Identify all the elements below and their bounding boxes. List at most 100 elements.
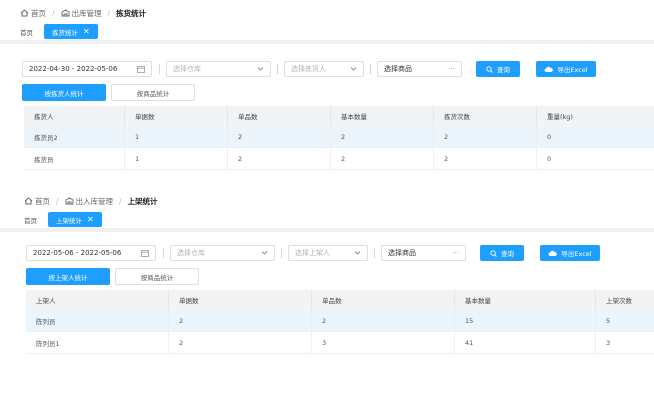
tab-bar: 首页 拣货统计 ✕ — [0, 22, 654, 44]
tab-bar: 首页 上架统计 ✕ — [0, 210, 654, 232]
query-button[interactable]: 查询 — [480, 245, 524, 261]
filter-bar: 2022-04-30 - 2022-05-06 选择仓库 选择拣货人 选择商品 … — [22, 61, 654, 77]
query-label: 查询 — [497, 66, 510, 74]
table-cell: 1 — [125, 126, 228, 147]
filter-bar: 2022-05-06 - 2022-05-06 选择仓库 选择上架人 选择商品 … — [26, 245, 654, 261]
divider — [370, 64, 371, 74]
date-range-value: 2022-04-30 - 2022-05-06 — [29, 65, 118, 73]
date-range-picker[interactable]: 2022-05-06 - 2022-05-06 — [26, 245, 156, 261]
product-value: 选择商品 — [388, 249, 416, 257]
table-row[interactable]: 陈列员 2 2 15 5 — [26, 310, 654, 332]
warehouse-select[interactable]: 选择仓库 — [170, 245, 275, 261]
column-header[interactable]: 重量(kg) — [537, 106, 654, 126]
tag-home[interactable]: 首页 — [24, 215, 37, 225]
breadcrumb-separator: / — [56, 196, 59, 206]
table-cell: 0 — [547, 154, 552, 163]
table-cell: 2 — [228, 126, 331, 147]
column-header[interactable]: 基本数量 — [455, 290, 596, 310]
divider — [277, 64, 278, 74]
table-cell: 陈列员1 — [26, 332, 169, 353]
column-header[interactable]: 拣货人 — [24, 106, 125, 126]
more-icon[interactable]: ··· — [448, 65, 455, 73]
picker-placeholder: 选择拣货人 — [291, 65, 326, 73]
warehouse-select[interactable]: 选择仓库 — [166, 61, 271, 77]
table-cell: 5 — [606, 316, 611, 325]
tab-by-picker[interactable]: 按拣货人统计 — [22, 84, 106, 101]
export-label: 导出Excel — [561, 250, 592, 258]
export-excel-button[interactable]: 导出Excel — [540, 245, 600, 261]
column-header[interactable]: 单据数 — [125, 106, 228, 126]
shelver-person-select[interactable]: 选择上架人 — [288, 245, 368, 261]
breadcrumb-module[interactable]: 出库管理 — [61, 8, 102, 19]
tag-picking-stats[interactable]: 拣货统计 ✕ — [44, 24, 98, 39]
table-header: 上架人 单据数 单品数 基本数量 上架次数 — [26, 290, 654, 310]
table-cell: 2 — [169, 310, 312, 331]
home-icon — [20, 9, 29, 17]
chevron-down-icon — [350, 65, 357, 74]
query-button[interactable]: 查询 — [476, 61, 520, 77]
table-header: 拣货人 单据数 单品数 基本数量 拣货次数 重量(kg) — [24, 106, 654, 126]
breadcrumb-home[interactable]: 首页 — [24, 196, 50, 207]
column-header[interactable]: 基本数量 — [331, 106, 434, 126]
warehouse-placeholder: 选择仓库 — [177, 249, 205, 257]
tag-label: 拣货统计 — [52, 28, 78, 37]
breadcrumb-separator: / — [107, 8, 111, 18]
picker-person-select[interactable]: 选择拣货人 — [284, 61, 364, 77]
warehouse-icon — [61, 9, 70, 17]
table-row[interactable]: 拣货员 1 2 2 2 0 — [24, 148, 654, 170]
breadcrumb-home-label: 首页 — [35, 196, 50, 206]
breadcrumb: 首页 / 出入库管理 / 上架统计 — [24, 194, 158, 208]
breadcrumb-home[interactable]: 首页 — [20, 8, 46, 19]
search-icon — [486, 65, 493, 73]
divider — [163, 248, 164, 258]
close-icon[interactable]: ✕ — [83, 27, 90, 36]
table-cell: 2 — [434, 148, 537, 169]
column-header[interactable]: 单品数 — [228, 106, 331, 126]
tab-by-product[interactable]: 按商品统计 — [111, 84, 195, 101]
breadcrumb-current: 拣货统计 — [116, 8, 147, 18]
chevron-down-icon — [261, 249, 268, 258]
table-cell: 2 — [331, 126, 434, 147]
table-cell: 拣货员2 — [24, 126, 125, 147]
shelving-stats-table: 上架人 单据数 单品数 基本数量 上架次数 陈列员 2 2 15 5 陈列员1 … — [26, 290, 654, 354]
table-cell: 15 — [455, 310, 596, 331]
column-header[interactable]: 上架次数 — [596, 290, 654, 310]
more-icon[interactable]: ··· — [452, 249, 459, 257]
table-row[interactable]: 陈列员1 2 3 41 3 — [26, 332, 654, 354]
table-cell: 2 — [228, 148, 331, 169]
date-range-picker[interactable]: 2022-04-30 - 2022-05-06 — [22, 61, 152, 77]
tab-by-product[interactable]: 按商品统计 — [115, 268, 199, 285]
export-excel-button[interactable]: 导出Excel — [536, 61, 596, 77]
column-header[interactable]: 单据数 — [169, 290, 312, 310]
table-cell: 3 — [606, 338, 611, 347]
search-icon — [490, 249, 497, 257]
table-cell: 拣货员 — [24, 148, 125, 169]
calendar-icon — [141, 249, 149, 259]
product-select[interactable]: 选择商品 ··· — [377, 61, 462, 77]
table-cell: 3 — [312, 332, 455, 353]
chevron-down-icon — [354, 249, 361, 258]
table-row[interactable]: 拣货员2 1 2 2 2 0 — [24, 126, 654, 148]
tab-by-shelver[interactable]: 按上架人统计 — [26, 268, 110, 285]
warehouse-placeholder: 选择仓库 — [173, 65, 201, 73]
query-label: 查询 — [501, 250, 514, 258]
breadcrumb-current: 上架统计 — [127, 196, 158, 206]
chevron-down-icon — [257, 65, 264, 74]
close-icon[interactable]: ✕ — [87, 215, 94, 224]
table-cell: 1 — [125, 148, 228, 169]
divider — [374, 248, 375, 258]
column-header[interactable]: 单品数 — [312, 290, 455, 310]
tag-shelving-stats[interactable]: 上架统计 ✕ — [48, 212, 102, 227]
product-select[interactable]: 选择商品 ··· — [381, 245, 466, 261]
table-cell: 41 — [455, 332, 596, 353]
breadcrumb-module[interactable]: 出入库管理 — [65, 196, 113, 207]
shelver-placeholder: 选择上架人 — [295, 249, 330, 257]
tag-home[interactable]: 首页 — [20, 27, 33, 37]
column-header[interactable]: 上架人 — [26, 290, 169, 310]
divider — [281, 248, 282, 258]
tag-label: 上架统计 — [56, 216, 82, 225]
warehouse-icon — [65, 197, 74, 205]
export-label: 导出Excel — [557, 66, 588, 74]
column-header[interactable]: 拣货次数 — [434, 106, 537, 126]
calendar-icon — [137, 65, 145, 75]
